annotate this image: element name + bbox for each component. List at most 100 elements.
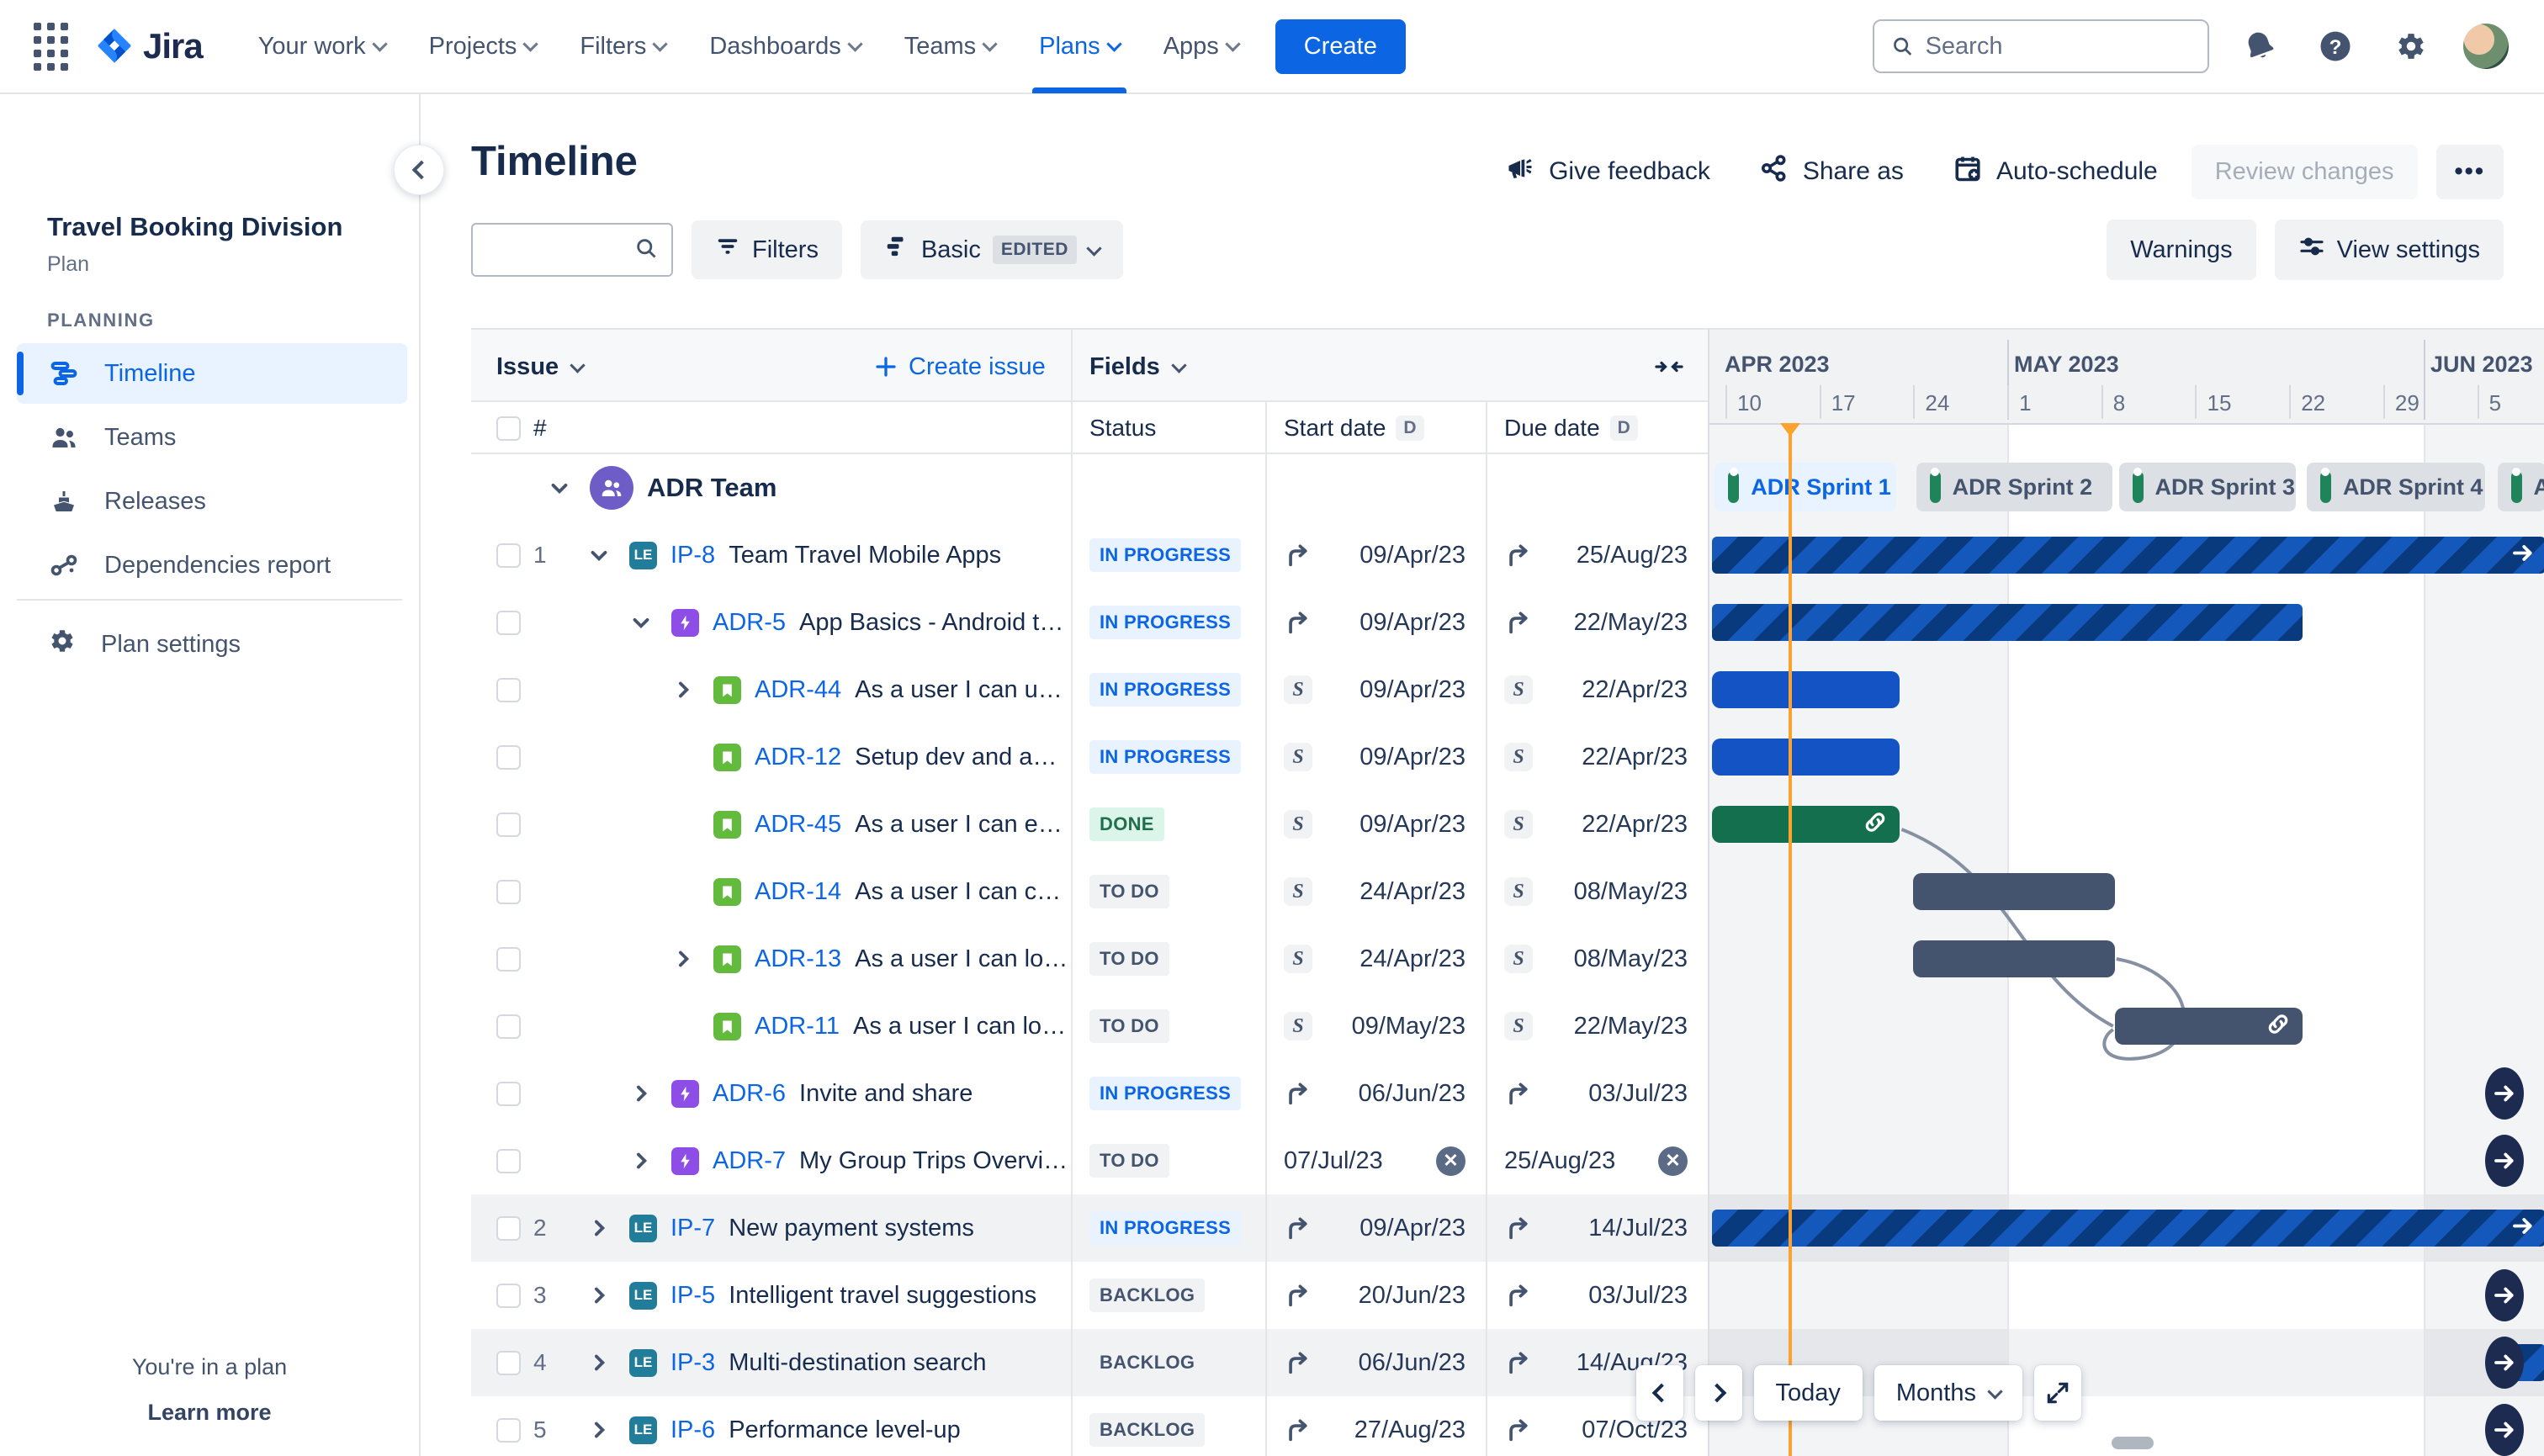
global-search[interactable] xyxy=(1873,19,2209,73)
offscreen-indicator-IP-5[interactable] xyxy=(2485,1269,2524,1321)
issue-row-ADR-7[interactable]: ADR-7 My Group Trips Overview TO DO 07/Jul… xyxy=(471,1127,1708,1194)
status-badge[interactable]: TO DO xyxy=(1089,942,1169,976)
start-date-cell[interactable]: 09/Apr/23 xyxy=(1265,522,1486,589)
chevron-right-icon[interactable] xyxy=(624,1077,658,1110)
offscreen-indicator-IP-3[interactable] xyxy=(2485,1337,2524,1389)
sidebar-item-timeline[interactable]: Timeline xyxy=(17,343,407,404)
gantt-bar-ADR-45[interactable] xyxy=(1712,806,1900,843)
offscreen-indicator-IP-6[interactable] xyxy=(2485,1404,2524,1456)
issue-title[interactable]: Invite and share xyxy=(799,1080,973,1108)
share-as-button[interactable]: Share as xyxy=(1744,141,1919,202)
select-all-checkbox[interactable] xyxy=(496,416,521,441)
start-date-cell[interactable]: 27/Aug/23 xyxy=(1265,1396,1486,1456)
fields-column-header[interactable]: Fields xyxy=(1089,330,1187,404)
gantt-bar-ADR-14[interactable] xyxy=(1913,873,2115,910)
issue-row-ADR-45[interactable]: ADR-45 As a user I can ena... DONE S 09/Ap… xyxy=(471,791,1708,858)
issue-row-IP-5[interactable]: 3 LE IP-5 Intelligent travel suggestions… xyxy=(471,1262,1708,1329)
dependency-link-icon[interactable] xyxy=(1863,810,1888,839)
issue-key[interactable]: ADR-14 xyxy=(755,878,841,906)
status-badge[interactable]: IN PROGRESS xyxy=(1089,1077,1242,1110)
sprint-pill-adr-sprint-4[interactable]: ADR Sprint 4 xyxy=(2306,463,2486,511)
chevron-right-icon[interactable] xyxy=(582,1413,616,1447)
issue-title[interactable]: My Group Trips Overview xyxy=(799,1147,1068,1175)
issue-title[interactable]: As a user I can ena... xyxy=(855,811,1068,839)
issue-title[interactable]: Intelligent travel suggestions xyxy=(729,1282,1036,1310)
issue-row-IP-3[interactable]: 4 LE IP-3 Multi-destination search BACKLO… xyxy=(471,1329,1708,1396)
status-badge[interactable]: IN PROGRESS xyxy=(1089,538,1242,572)
status-badge[interactable]: TO DO xyxy=(1089,1144,1169,1178)
dependency-link-icon[interactable] xyxy=(2266,1012,2291,1041)
issue-key[interactable]: ADR-6 xyxy=(713,1080,786,1108)
jira-logo[interactable]: Jira xyxy=(94,26,204,66)
user-avatar[interactable] xyxy=(2462,22,2510,71)
due-date-cell[interactable]: S 22/Apr/23 xyxy=(1486,656,1708,723)
clear-date-icon[interactable]: ✕ xyxy=(1658,1146,1688,1176)
issue-key[interactable]: ADR-7 xyxy=(713,1147,786,1175)
chevron-right-icon[interactable] xyxy=(582,1346,616,1379)
issue-row-IP-8[interactable]: 1 LE IP-8 Team Travel Mobile Apps IN PROG… xyxy=(471,522,1708,589)
zoom-level-dropdown[interactable]: Months xyxy=(1874,1365,2022,1421)
chevron-right-icon[interactable] xyxy=(582,1279,616,1312)
sprint-pill-adr-sprint-1[interactable]: ADR Sprint 1 xyxy=(1715,463,1896,511)
start-date-cell[interactable]: S 09/Apr/23 xyxy=(1265,791,1486,858)
issue-column-header[interactable]: Issue xyxy=(496,330,586,404)
scroll-left-button[interactable] xyxy=(1635,1365,1683,1421)
chevron-right-icon[interactable] xyxy=(666,673,700,707)
chevron-down-icon[interactable] xyxy=(582,538,616,572)
sidebar-item-teams[interactable]: Teams xyxy=(17,407,407,468)
issue-title[interactable]: Performance level-up xyxy=(729,1416,961,1444)
issue-title[interactable]: As a user I can cre... xyxy=(855,878,1068,906)
notifications-icon[interactable] xyxy=(2234,21,2285,71)
auto-schedule-button[interactable]: Auto-schedule xyxy=(1937,141,2173,202)
due-date-cell[interactable]: 25/Aug/23 ✕ xyxy=(1486,1127,1708,1194)
status-badge[interactable]: IN PROGRESS xyxy=(1089,606,1242,639)
issue-row-ADR-44[interactable]: ADR-44 As a user I can up... IN PROGRESS S… xyxy=(471,656,1708,723)
clear-date-icon[interactable]: ✕ xyxy=(1436,1146,1465,1176)
issue-key[interactable]: IP-5 xyxy=(670,1282,715,1310)
issue-search-input[interactable] xyxy=(486,236,634,263)
gantt-bar-ADR-5[interactable] xyxy=(1712,604,2303,641)
start-date-cell[interactable]: 20/Jun/23 xyxy=(1265,1262,1486,1329)
issue-row-ADR-5[interactable]: ADR-5 App Basics - Android test IN PROGRE… xyxy=(471,589,1708,656)
warnings-button[interactable]: Warnings xyxy=(2107,220,2256,280)
today-button[interactable]: Today xyxy=(1753,1365,1863,1421)
status-badge[interactable]: BACKLOG xyxy=(1089,1413,1206,1447)
issue-row-ADR-6[interactable]: ADR-6 Invite and share IN PROGRESS 06/Jun… xyxy=(471,1060,1708,1127)
issue-title[interactable]: New payment systems xyxy=(729,1215,974,1242)
start-date-cell[interactable]: 06/Jun/23 xyxy=(1265,1060,1486,1127)
due-date-cell[interactable]: S 08/May/23 xyxy=(1486,925,1708,993)
sprint-pill-adr-sprint-3[interactable]: ADR Sprint 3 xyxy=(2118,463,2297,511)
nav-item-teams[interactable]: Teams xyxy=(882,0,1017,93)
create-button[interactable]: Create xyxy=(1275,19,1406,74)
gantt-bar-IP-8[interactable] xyxy=(1712,537,2544,574)
horizontal-scrollbar[interactable] xyxy=(2112,1437,2154,1449)
issue-row-IP-7[interactable]: 2 LE IP-7 New payment systems IN PROGRESS… xyxy=(471,1194,1708,1262)
gantt-bar-ADR-13[interactable] xyxy=(1913,940,2115,977)
gantt-bar-ADR-11[interactable] xyxy=(2114,1008,2303,1045)
start-date-cell[interactable]: S 09/Apr/23 xyxy=(1265,656,1486,723)
issue-title[interactable]: Team Travel Mobile Apps xyxy=(729,542,1001,569)
start-date-cell[interactable]: S 09/Apr/23 xyxy=(1265,723,1486,791)
nav-item-your-work[interactable]: Your work xyxy=(236,0,407,93)
sidebar-collapse-button[interactable] xyxy=(394,145,444,195)
nav-item-apps[interactable]: Apps xyxy=(1142,0,1260,93)
help-icon[interactable]: ? xyxy=(2310,21,2361,71)
review-changes-button[interactable]: Review changes xyxy=(2191,144,2418,199)
chevron-down-icon[interactable] xyxy=(624,606,658,639)
chevron-right-icon[interactable] xyxy=(582,1211,616,1245)
gantt-bar-ADR-44[interactable] xyxy=(1712,671,1900,708)
issue-key[interactable]: ADR-12 xyxy=(755,744,841,771)
issue-key[interactable]: ADR-5 xyxy=(713,609,786,637)
due-date-cell[interactable]: 25/Aug/23 xyxy=(1486,522,1708,589)
view-settings-button[interactable]: View settings xyxy=(2274,220,2504,280)
sidebar-item-dependencies-report[interactable]: Dependencies report xyxy=(17,535,407,596)
due-date-cell[interactable]: S 08/May/23 xyxy=(1486,858,1708,925)
due-date-cell[interactable]: S 22/May/23 xyxy=(1486,993,1708,1060)
global-search-input[interactable] xyxy=(1925,32,2191,61)
due-date-cell[interactable]: 22/May/23 xyxy=(1486,589,1708,656)
due-date-cell[interactable]: 14/Jul/23 xyxy=(1486,1194,1708,1262)
sprint-pill-adr-sprint-2[interactable]: ADR Sprint 2 xyxy=(1916,463,2112,511)
status-badge[interactable]: BACKLOG xyxy=(1089,1279,1206,1312)
sprint-pill-adr-sprint-5[interactable]: ADR Sprint 5 xyxy=(2497,463,2544,511)
start-date-cell[interactable]: 09/Apr/23 xyxy=(1265,1194,1486,1262)
